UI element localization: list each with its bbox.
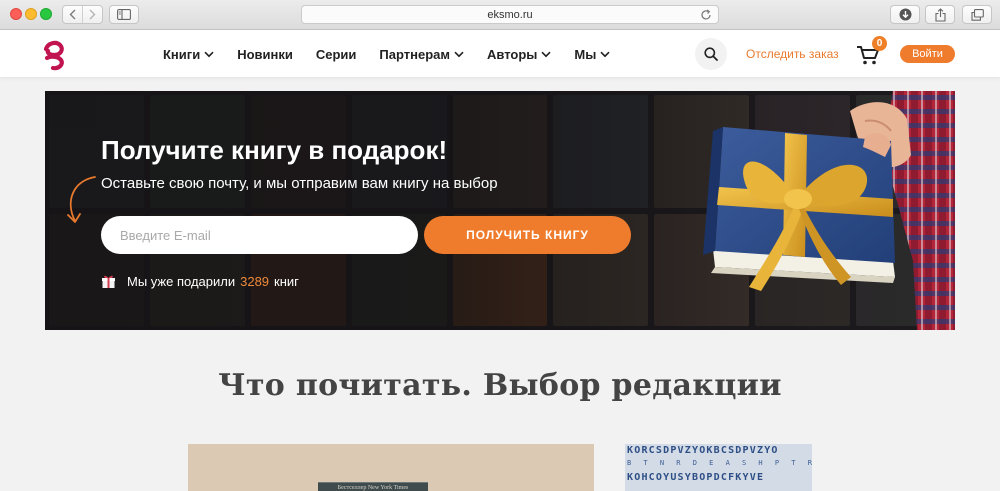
editorial-card-letters[interactable]: KORCSDPVZYOKBCSDPVZYO B T N R D E A S H … [625, 444, 812, 491]
menu-item-new[interactable]: Новинки [237, 47, 293, 62]
download-icon [899, 8, 911, 21]
menu-item-label: Книги [163, 46, 201, 62]
downloads-button[interactable] [890, 5, 920, 24]
menu-item-about[interactable]: Мы [574, 47, 610, 62]
chevron-down-icon [600, 51, 610, 58]
cart-count-badge: 0 [872, 36, 887, 51]
book-cover: Бестселлер New York Times [318, 482, 428, 491]
back-button[interactable] [63, 6, 82, 23]
main-menu: Книги Новинки Серии Партнерам Авторы Мы [163, 30, 633, 78]
zoom-window-button[interactable] [40, 8, 52, 20]
gift-counter: Мы уже подарили 3289 книг [101, 274, 299, 289]
address-bar[interactable]: eksmo.ru [301, 5, 719, 24]
history-nav [62, 5, 103, 24]
email-input[interactable] [101, 216, 418, 254]
menu-item-label: Авторы [487, 46, 538, 62]
tabs-icon [970, 8, 984, 21]
counter-prefix: Мы уже подарили [127, 274, 236, 289]
tabs-button[interactable] [962, 5, 992, 24]
letter-row: KORCSDPVZYOKBCSDPVZYO [627, 445, 779, 456]
editorial-card-book[interactable]: Бестселлер New York Times [188, 444, 594, 491]
site-header: Книги Новинки Серии Партнерам Авторы Мы … [0, 30, 1000, 78]
minimize-window-button[interactable] [25, 8, 37, 20]
back-icon [69, 9, 76, 20]
share-button[interactable] [925, 5, 955, 24]
share-icon [934, 7, 946, 22]
banner-title: Получите книгу в подарок! [101, 135, 448, 165]
chevron-down-icon [541, 51, 551, 58]
browser-toolbar: eksmo.ru [0, 0, 1000, 30]
arrow-icon [67, 176, 96, 223]
url-text: eksmo.ru [487, 8, 533, 21]
sidebar-icon [117, 9, 131, 20]
menu-item-label: Партнерам [379, 46, 450, 62]
menu-item-series[interactable]: Серии [316, 47, 357, 62]
menu-item-label: Мы [574, 46, 597, 62]
get-book-button[interactable]: ПОЛУЧИТЬ КНИГУ [424, 216, 631, 254]
menu-item-partners[interactable]: Партнерам [379, 47, 464, 62]
gift-book-image [703, 91, 955, 330]
chevron-down-icon [454, 51, 464, 58]
close-window-button[interactable] [10, 8, 22, 20]
search-button[interactable] [695, 38, 727, 70]
forward-icon [89, 9, 96, 20]
eksmo-logo-icon[interactable] [40, 38, 68, 72]
gift-promo-banner: Получите книгу в подарок! Оставьте свою … [45, 91, 955, 330]
menu-item-label: Новинки [237, 46, 293, 62]
book-cover-text: Бестселлер New York Times [337, 485, 409, 491]
menu-item-authors[interactable]: Авторы [487, 47, 551, 62]
letter-row: KOHCOYUSYBOPDCFKYVE [627, 472, 765, 483]
menu-item-books[interactable]: Книги [163, 47, 214, 62]
counter-suffix: книг [274, 274, 299, 289]
forward-button[interactable] [82, 6, 102, 23]
counter-value: 3289 [240, 274, 270, 289]
track-order-link[interactable]: Отследить заказ [746, 47, 839, 61]
reload-icon[interactable] [700, 9, 712, 21]
letter-row: B T N R D E A S H P T R K [627, 459, 812, 467]
gift-icon [102, 275, 115, 288]
sidebar-button[interactable] [109, 5, 139, 24]
search-icon [704, 47, 718, 61]
banner-subtitle: Оставьте свою почту, и мы отправим вам к… [101, 175, 498, 192]
menu-item-label: Серии [315, 46, 357, 62]
chevron-down-icon [204, 51, 214, 58]
login-button[interactable]: Войти [900, 45, 955, 63]
section-title: Что почитать. Выбор редакции [218, 368, 782, 403]
